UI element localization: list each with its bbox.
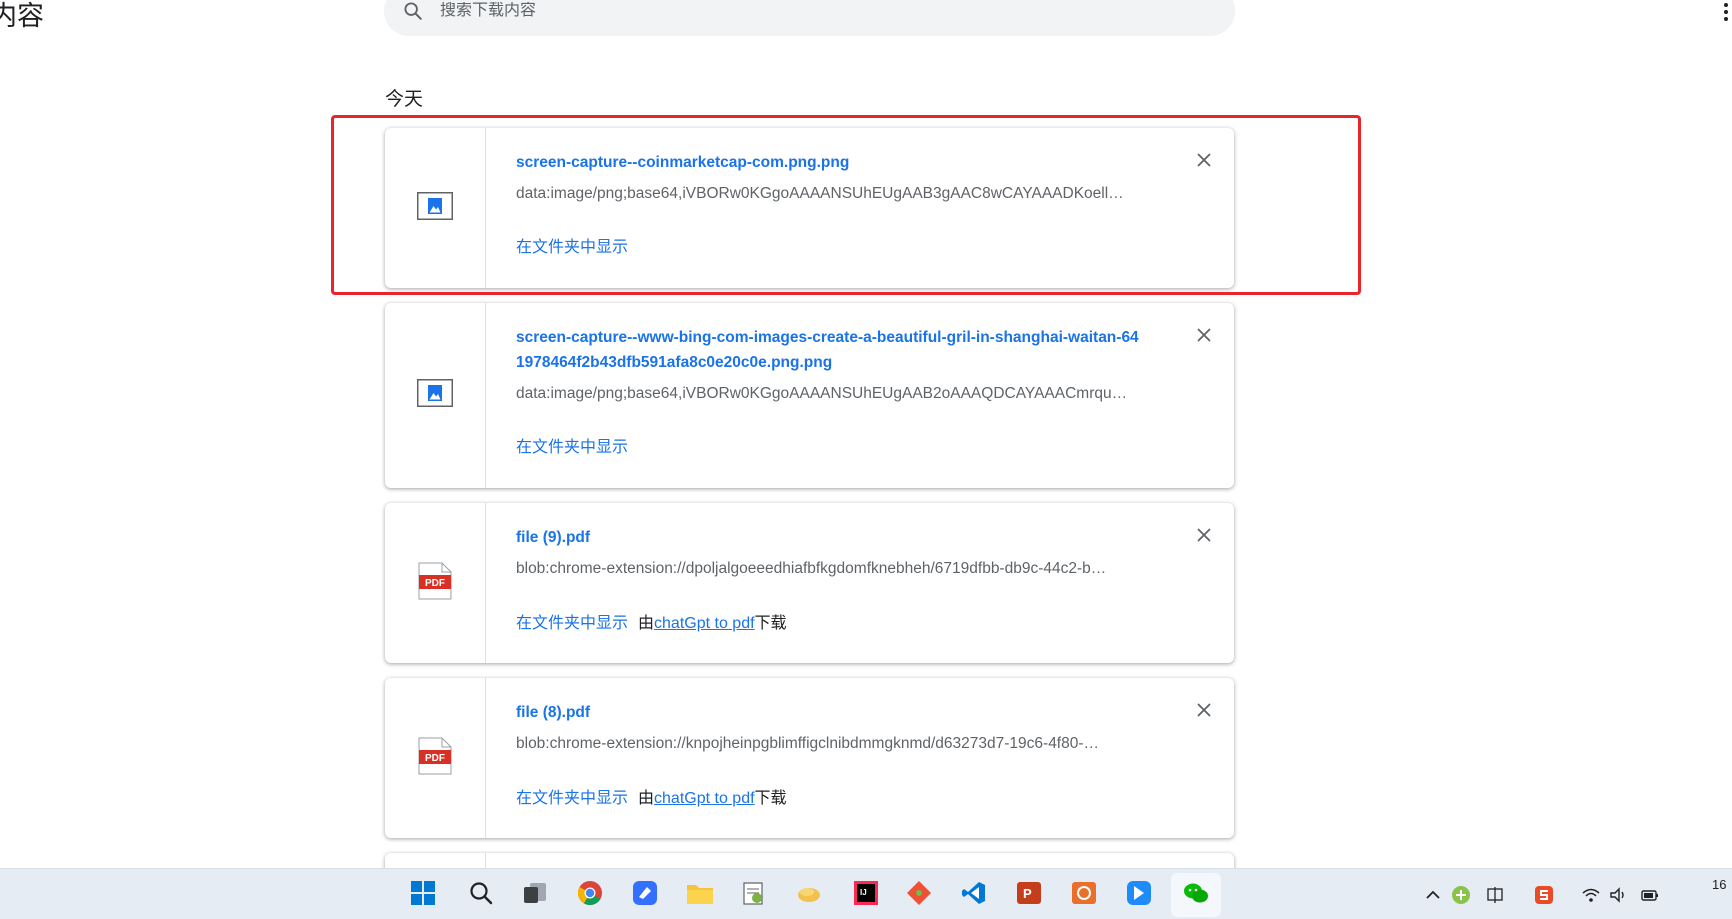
- file-icon-column: PDF: [385, 503, 486, 663]
- intellij-idea-icon[interactable]: IJ: [853, 880, 879, 906]
- file-url: blob:chrome-extension://knpojheinpgblimf…: [516, 735, 1100, 752]
- taskbar-clock[interactable]: 16: [1712, 877, 1726, 892]
- file-name-link[interactable]: screen-capture--coinmarketcap-com.png.pn…: [516, 150, 1144, 175]
- file-name-link[interactable]: file (8).pdf: [516, 700, 1144, 725]
- close-icon: [1197, 703, 1211, 722]
- remove-button[interactable]: [1192, 325, 1216, 349]
- file-icon-column: PDF: [385, 678, 486, 838]
- download-item: screen-capture--www-bing-com-images-crea…: [385, 303, 1234, 488]
- card-actions: 在文件夹中显示: [516, 438, 628, 458]
- pdf-file-icon: PDF: [418, 737, 452, 780]
- close-icon: [1197, 328, 1211, 347]
- git-icon[interactable]: [906, 880, 932, 906]
- vscode-icon[interactable]: [961, 880, 987, 906]
- tray-app-icon[interactable]: [1451, 885, 1471, 905]
- svg-text:IJ: IJ: [860, 888, 867, 897]
- feishu-icon[interactable]: [632, 880, 658, 906]
- svg-text:P: P: [1023, 886, 1032, 901]
- notepad-icon[interactable]: [741, 880, 767, 906]
- wechat-icon[interactable]: [1183, 880, 1209, 906]
- card-actions: 在文件夹中显示 由chatGpt to pdf下载: [516, 789, 787, 809]
- downloaded-by-suffix: 下载: [754, 615, 787, 632]
- file-url: data:image/png;base64,iVBORw0KGgoAAAANSU…: [516, 385, 1128, 402]
- show-in-folder-link[interactable]: 在文件夹中显示: [516, 615, 628, 632]
- download-item: PDF file (8).pdf blob:chrome-extension:/…: [385, 678, 1234, 838]
- powerpoint-icon[interactable]: P: [1016, 880, 1042, 906]
- downloaded-by-prefix: 由: [638, 790, 655, 807]
- more-options-icon[interactable]: [1722, 0, 1730, 24]
- image-file-icon: [417, 191, 453, 225]
- file-name-link[interactable]: file (9).pdf: [516, 525, 1144, 550]
- pdf-file-icon: PDF: [418, 562, 452, 605]
- downloaded-by-prefix: 由: [638, 615, 655, 632]
- chrome-icon[interactable]: [577, 880, 603, 906]
- download-item: screen-capture--coinmarketcap-com.png.pn…: [385, 128, 1234, 288]
- remove-button[interactable]: [1192, 150, 1216, 174]
- page-title: 内容: [0, 1, 44, 31]
- pdf-badge-text: PDF: [425, 578, 445, 589]
- arrow-app-icon[interactable]: [1126, 880, 1152, 906]
- file-url: blob:chrome-extension://dpoljalgoeeedhia…: [516, 560, 1107, 577]
- file-url: data:image/png;base64,iVBORw0KGgoAAAANSU…: [516, 185, 1124, 202]
- remove-button[interactable]: [1192, 525, 1216, 549]
- search-input[interactable]: [440, 2, 1140, 20]
- close-icon: [1197, 528, 1211, 547]
- pdf-reader-icon[interactable]: [1071, 880, 1097, 906]
- image-file-icon: [417, 379, 453, 412]
- file-icon-column: [385, 128, 486, 288]
- sogou-icon[interactable]: [1534, 885, 1554, 905]
- chevron-up-icon[interactable]: [1423, 885, 1443, 905]
- file-name-link[interactable]: screen-capture--www-bing-com-images-crea…: [516, 325, 1144, 375]
- search-icon[interactable]: [468, 880, 494, 906]
- volume-icon[interactable]: [1608, 885, 1628, 905]
- remove-button[interactable]: [1192, 700, 1216, 724]
- section-heading-today: 今天: [385, 89, 424, 110]
- card-actions: 在文件夹中显示: [516, 238, 628, 258]
- extension-link[interactable]: chatGpt to pdf: [654, 790, 755, 807]
- pdf-badge-text: PDF: [425, 753, 445, 764]
- download-item: PDF file (9).pdf blob:chrome-extension:/…: [385, 503, 1234, 663]
- show-in-folder-link[interactable]: 在文件夹中显示: [516, 239, 628, 256]
- battery-icon[interactable]: [1640, 885, 1660, 905]
- close-icon: [1197, 153, 1211, 172]
- windows-start-icon[interactable]: [410, 880, 436, 906]
- extension-link[interactable]: chatGpt to pdf: [654, 615, 755, 632]
- file-icon-column: [385, 303, 486, 488]
- taskbar: IJ P 16: [0, 868, 1732, 919]
- file-explorer-icon[interactable]: [686, 880, 713, 906]
- downloaded-by-suffix: 下载: [754, 790, 787, 807]
- search-icon: [400, 0, 426, 24]
- search-bar[interactable]: [384, 0, 1235, 36]
- banana-app-icon[interactable]: [796, 880, 822, 906]
- task-view-icon[interactable]: [522, 880, 548, 906]
- card-actions: 在文件夹中显示 由chatGpt to pdf下载: [516, 614, 787, 634]
- wifi-icon[interactable]: [1581, 885, 1601, 905]
- ime-icon[interactable]: [1485, 885, 1505, 905]
- show-in-folder-link[interactable]: 在文件夹中显示: [516, 439, 628, 456]
- show-in-folder-link[interactable]: 在文件夹中显示: [516, 790, 628, 807]
